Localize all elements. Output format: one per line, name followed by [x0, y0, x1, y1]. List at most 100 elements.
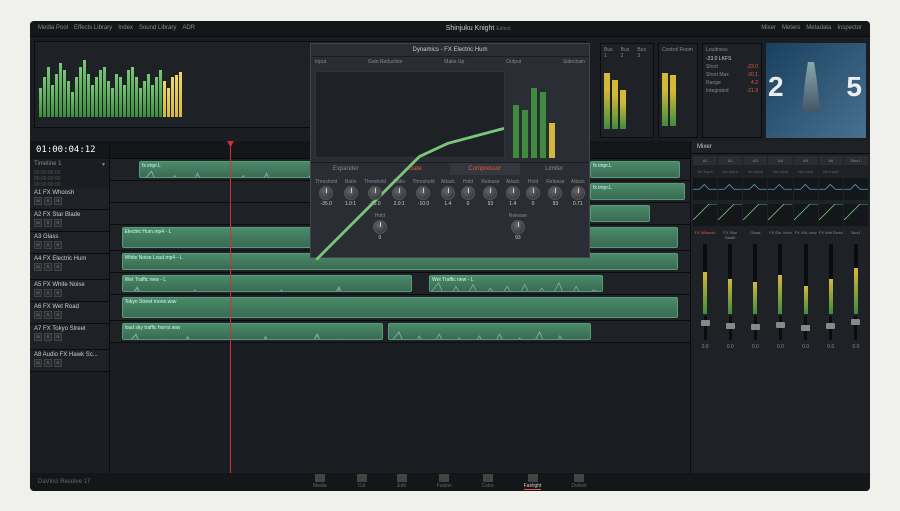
rec-button[interactable]: R — [54, 263, 62, 271]
mute-button[interactable]: M — [34, 311, 42, 319]
eq-cell-0[interactable] — [693, 178, 717, 200]
eq-cell-4[interactable] — [794, 178, 818, 200]
solo-button[interactable]: S — [44, 289, 52, 297]
track-header-A5[interactable]: A5 FX White NoiseMSR — [30, 280, 109, 302]
eq-cell-2[interactable] — [743, 178, 767, 200]
fader-5[interactable] — [829, 316, 832, 340]
eq-cell-1[interactable] — [718, 178, 742, 200]
audio-clip[interactable] — [388, 323, 591, 340]
fader-6[interactable] — [854, 316, 857, 340]
audio-clip[interactable]: Wet Traffic new - L — [429, 275, 603, 292]
track-header-A2[interactable]: A2 FX Star BladeMSR — [30, 210, 109, 232]
dyn-cell-6[interactable] — [844, 204, 868, 226]
mute-button[interactable]: M — [34, 289, 42, 297]
knob-release-13[interactable] — [511, 220, 525, 234]
eq-cell-6[interactable] — [844, 178, 868, 200]
mixer-tab-A3[interactable]: A3 — [743, 156, 767, 165]
dyn-cell-1[interactable] — [718, 204, 742, 226]
mute-button[interactable]: M — [34, 219, 42, 227]
track-header-A4[interactable]: A4 FX Electric HumMSR — [30, 254, 109, 280]
fader-2[interactable] — [754, 316, 757, 340]
audio-clip[interactable]: loud sky traffic horns.wav — [122, 323, 383, 340]
menu-effects[interactable]: Effects Library — [74, 25, 112, 31]
rec-button[interactable]: R — [54, 241, 62, 249]
menu-meters[interactable]: Meters — [782, 25, 800, 31]
mixer-tab-A6[interactable]: A6 — [819, 156, 843, 165]
menu-media-pool[interactable]: Media Pool — [38, 25, 68, 31]
rec-button[interactable]: R — [54, 333, 62, 341]
mute-button[interactable]: M — [34, 197, 42, 205]
track-row-A8[interactable]: loud sky traffic horns.wav — [110, 321, 690, 343]
eq-cell-3[interactable] — [768, 178, 792, 200]
dyn-cell-3[interactable] — [768, 204, 792, 226]
knob-attack-8[interactable] — [506, 186, 520, 200]
page-fairlight[interactable]: Fairlight — [524, 474, 542, 490]
fader-0[interactable] — [704, 316, 707, 340]
page-media[interactable]: Media — [313, 474, 327, 490]
knob-hold-6[interactable] — [461, 186, 475, 200]
rec-button[interactable]: R — [54, 359, 62, 367]
knob-attack-11[interactable] — [571, 186, 585, 200]
dynamics-panel[interactable]: Dynamics - FX Electric Hum InputGain Red… — [310, 43, 590, 258]
mixer-tab-A1[interactable]: A1 — [693, 156, 717, 165]
chevron-down-icon[interactable]: ▾ — [102, 161, 105, 168]
dyn-cell-0[interactable] — [693, 204, 717, 226]
timeline-name[interactable]: Timeline 1 — [34, 161, 61, 168]
rec-button[interactable]: R — [54, 219, 62, 227]
mute-button[interactable]: M — [34, 333, 42, 341]
knob-hold-12[interactable] — [373, 220, 387, 234]
dyn-cell-5[interactable] — [819, 204, 843, 226]
mixer-tab-Bus1[interactable]: Bus1 — [844, 156, 868, 165]
page-color[interactable]: Color — [482, 474, 494, 490]
menu-sound-lib[interactable]: Sound Library — [139, 25, 176, 31]
mute-button[interactable]: M — [34, 359, 42, 367]
track-row-A7[interactable]: Tokyo Street mono.wav — [110, 295, 690, 321]
fader-1[interactable] — [729, 316, 732, 340]
solo-button[interactable]: S — [44, 311, 52, 319]
solo-button[interactable]: S — [44, 263, 52, 271]
mute-button[interactable]: M — [34, 241, 42, 249]
fader-4[interactable] — [804, 316, 807, 340]
knob-ratio-3[interactable] — [392, 186, 406, 200]
solo-button[interactable]: S — [44, 333, 52, 341]
menu-index[interactable]: Index — [118, 25, 133, 31]
page-cut[interactable]: Cut — [357, 474, 367, 490]
mute-button[interactable]: M — [34, 263, 42, 271]
tab-limiter[interactable]: Limiter — [520, 163, 590, 175]
page-fusion[interactable]: Fusion — [437, 474, 452, 490]
solo-button[interactable]: S — [44, 359, 52, 367]
fader-3[interactable] — [779, 316, 782, 340]
mixer-tab-A5[interactable]: A5 — [794, 156, 818, 165]
track-header-A3[interactable]: A3 GlassMSR — [30, 232, 109, 254]
mixer-tab-A4[interactable]: A4 — [768, 156, 792, 165]
knob-hold-9[interactable] — [526, 186, 540, 200]
page-deliver[interactable]: Deliver — [571, 474, 587, 490]
eq-cell-5[interactable] — [819, 178, 843, 200]
knob-release-7[interactable] — [483, 186, 497, 200]
dyn-cell-4[interactable] — [794, 204, 818, 226]
track-header-A8[interactable]: A8 Audio FX Hawk Sc...MSR — [30, 350, 109, 372]
track-header-A1[interactable]: A1 FX WhooshMSR — [30, 188, 109, 210]
knob-attack-5[interactable] — [441, 186, 455, 200]
menu-metadata[interactable]: Metadata — [806, 25, 831, 31]
track-header-A7[interactable]: A7 FX Tokyo StreetMSR — [30, 324, 109, 350]
rec-button[interactable]: R — [54, 289, 62, 297]
track-row-A6[interactable]: Wet Traffic new - L Wet Traffic new - L — [110, 273, 690, 295]
audio-clip[interactable]: Wet Traffic new - L — [122, 275, 412, 292]
solo-button[interactable]: S — [44, 219, 52, 227]
page-edit[interactable]: Edit — [397, 474, 407, 490]
mixer-tab-A2[interactable]: A2 — [718, 156, 742, 165]
dyn-cell-2[interactable] — [743, 204, 767, 226]
video-preview[interactable]: 2 5 — [766, 43, 866, 138]
track-header-A6[interactable]: A6 FX Wet RoadMSR — [30, 302, 109, 324]
knob-threshold-0[interactable] — [319, 186, 333, 200]
playhead[interactable] — [230, 141, 231, 473]
rec-button[interactable]: R — [54, 311, 62, 319]
knob-threshold-4[interactable] — [416, 186, 430, 200]
solo-button[interactable]: S — [44, 241, 52, 249]
rec-button[interactable]: R — [54, 197, 62, 205]
menu-inspector[interactable]: Inspector — [837, 25, 862, 31]
menu-mixer[interactable]: Mixer — [761, 25, 776, 31]
audio-clip[interactable]: Tokyo Street mono.wav — [122, 297, 679, 318]
timecode-display[interactable]: 01:00:04:12 — [30, 141, 109, 159]
